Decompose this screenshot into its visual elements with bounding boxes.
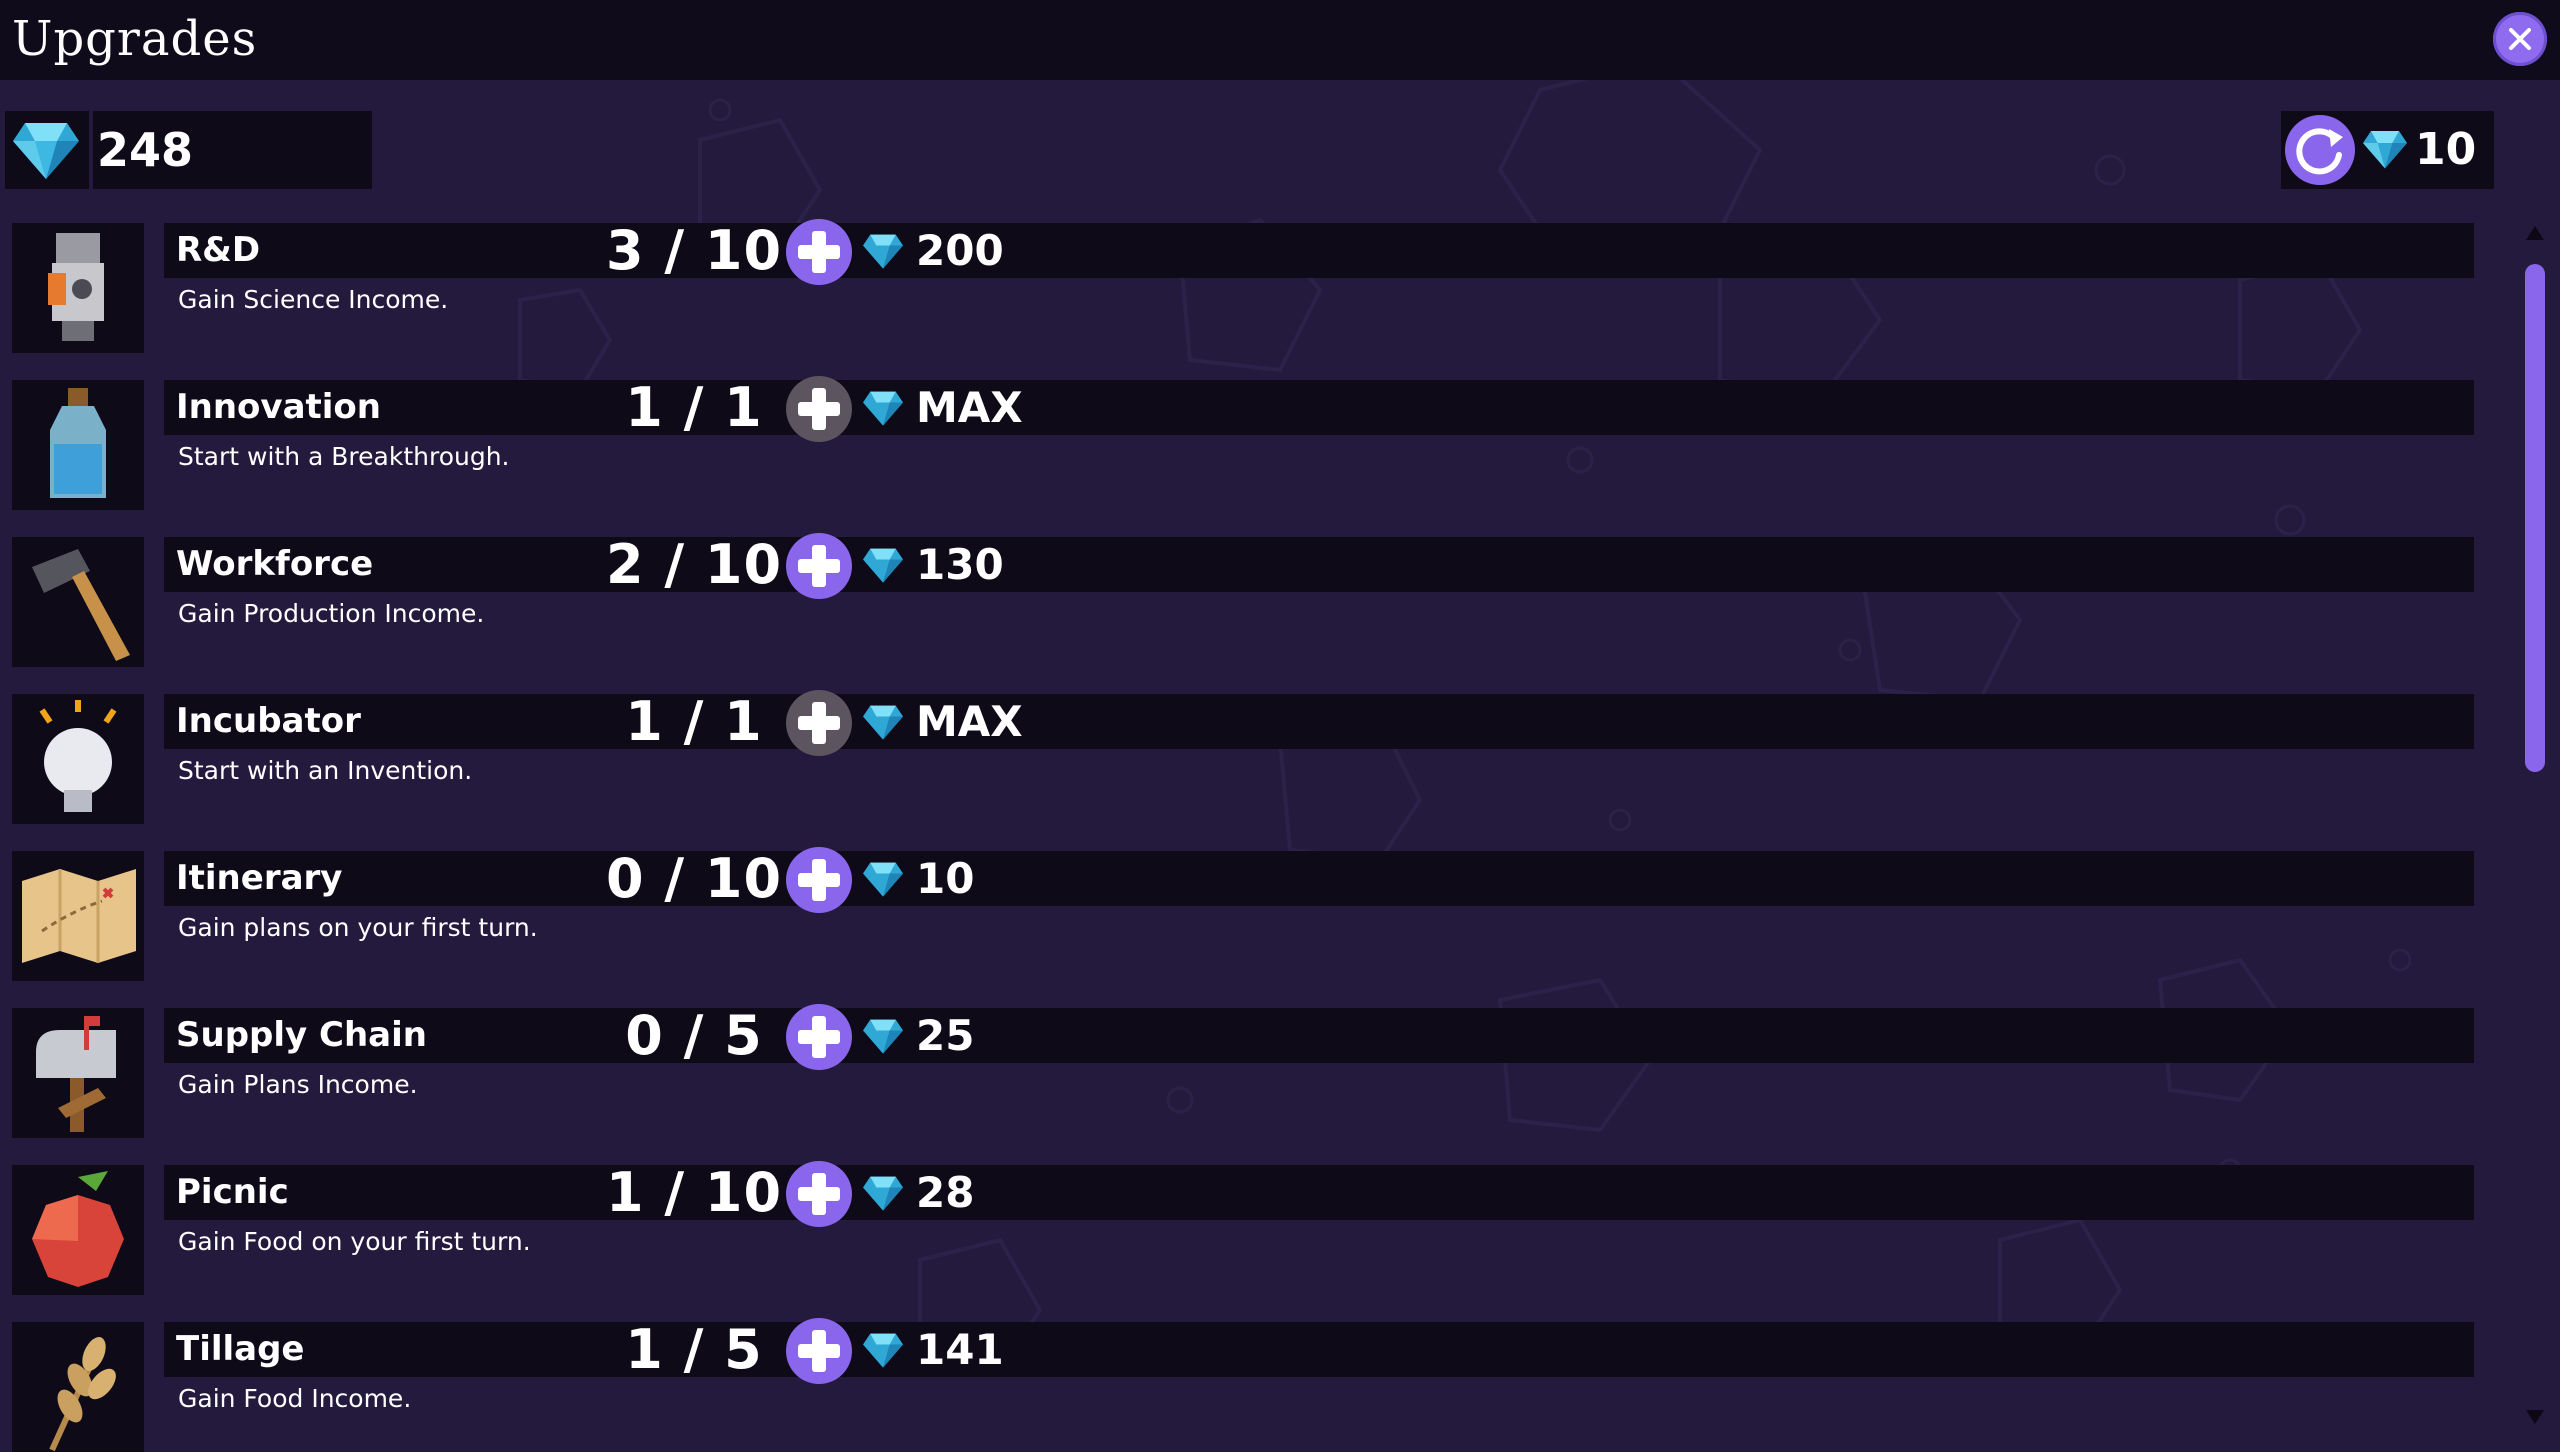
scroll-down-arrow-icon[interactable] [2526,1410,2544,1424]
upgrade-header: Incubator 1 / 1 MAX [164,690,2474,756]
upgrade-name: R&D [176,230,261,270]
map-icon [22,869,136,963]
upgrade-description: Start with a Breakthrough. [178,442,510,471]
upgrade-name: Itinerary [176,858,343,898]
upgrade-cost: 141 [916,1325,1004,1374]
upgrade-header: Supply Chain 0 / 5 25 [164,1004,2474,1070]
upgrade-icon-frame [12,380,144,510]
upgrade-buy-button[interactable] [786,376,852,442]
divider [89,111,93,189]
upgrade-buy-button[interactable] [786,690,852,756]
upgrade-buy-button[interactable] [786,219,852,285]
upgrade-icon-frame [12,537,144,667]
upgrade-name: Supply Chain [176,1015,427,1055]
upgrade-header: Workforce 2 / 10 130 [164,533,2474,599]
reroll-panel: 10 [2281,111,2494,189]
diamond-icon [863,234,903,269]
window-title: Upgrades [12,11,258,67]
upgrade-row-supply-chain: Supply Chain 0 / 5 25 Gain Plans Income. [0,1004,2480,1138]
diamond-icon [863,391,903,426]
upgrade-row-incubator: Incubator 1 / 1 MAX Start with an Invent… [0,690,2480,824]
upgrade-row-rnd: R&D 3 / 10 200 Gain Science Income. [0,219,2480,353]
close-icon [2509,28,2531,50]
potion-bottle-icon [50,388,106,498]
upgrade-buy-button[interactable] [786,1004,852,1070]
upgrade-row-picnic: Picnic 1 / 10 28 Gain Food on your first… [0,1161,2480,1295]
upgrade-description: Gain Food Income. [178,1384,412,1413]
upgrade-header: Itinerary 0 / 10 10 [164,847,2474,913]
lantern-icon [48,233,104,341]
upgrade-cost: 10 [916,854,975,903]
upgrade-row-itinerary: Itinerary 0 / 10 10 Gain plans on your f… [0,847,2480,981]
upgrade-header: Picnic 1 / 10 28 [164,1161,2474,1227]
upgrade-name: Incubator [176,701,361,741]
upgrade-header: Innovation 1 / 1 MAX [164,376,2474,442]
gem-count: 248 [97,123,194,177]
mailbox-icon [36,1016,116,1132]
upgrade-row-workforce: Workforce 2 / 10 130 Gain Production Inc… [0,533,2480,667]
upgrade-description: Start with an Invention. [178,756,473,785]
diamond-icon [863,1333,903,1368]
upgrade-buy-button[interactable] [786,533,852,599]
scroll-up-arrow-icon[interactable] [2526,226,2544,240]
wheat-icon [49,1337,116,1452]
upgrade-icon-frame [12,694,144,824]
lightbulb-icon [39,700,117,812]
upgrade-header: Tillage 1 / 5 141 [164,1318,2474,1384]
upgrade-row-tillage: Tillage 1 / 5 141 Gain Food Income. [0,1318,2480,1452]
upgrade-name: Workforce [176,544,374,584]
gem-balance-panel: 248 [5,111,372,189]
upgrade-list: R&D 3 / 10 200 Gain Science Income. Inno… [0,219,2480,1452]
diamond-icon [863,862,903,897]
diamond-icon [2363,131,2407,169]
upgrade-buy-button[interactable] [786,1161,852,1227]
upgrade-row-innovation: Innovation 1 / 1 MAX Start with a Breakt… [0,376,2480,510]
upgrade-cost: MAX [916,697,1023,746]
upgrade-icon-frame [12,851,144,981]
upgrade-description: Gain plans on your first turn. [178,913,538,942]
apple-icon [32,1171,124,1287]
upgrade-buy-button[interactable] [786,847,852,913]
scrollbar-thumb[interactable] [2525,264,2545,772]
refresh-icon [2296,128,2343,175]
diamond-icon [863,705,903,740]
upgrade-cost: MAX [916,383,1023,432]
diamond-icon [863,1019,903,1054]
diamond-icon [863,1176,903,1211]
upgrade-icon-frame [12,1008,144,1138]
upgrade-description: Gain Science Income. [178,285,449,314]
upgrade-icon-frame [12,1322,144,1452]
hammer-icon [32,549,130,661]
upgrade-cost: 28 [916,1168,975,1217]
upgrade-name: Tillage [176,1329,305,1369]
upgrade-description: Gain Food on your first turn. [178,1227,531,1256]
upgrade-description: Gain Production Income. [178,599,485,628]
reroll-button[interactable] [2285,115,2355,185]
upgrade-name: Innovation [176,387,381,427]
upgrade-icon-frame [12,1165,144,1295]
upgrade-description: Gain Plans Income. [178,1070,418,1099]
upgrade-buy-button[interactable] [786,1318,852,1384]
reroll-cost: 10 [2415,124,2477,175]
diamond-icon [863,548,903,583]
upgrade-icon-frame [12,223,144,353]
upgrade-cost: 130 [916,540,1004,589]
upgrade-name: Picnic [176,1172,289,1212]
upgrade-cost: 200 [916,226,1004,275]
close-button[interactable] [2493,12,2547,66]
upgrade-cost: 25 [916,1011,975,1060]
diamond-icon [13,123,79,179]
window-titlebar: Upgrades [0,0,2560,80]
upgrade-header: R&D 3 / 10 200 [164,219,2474,285]
